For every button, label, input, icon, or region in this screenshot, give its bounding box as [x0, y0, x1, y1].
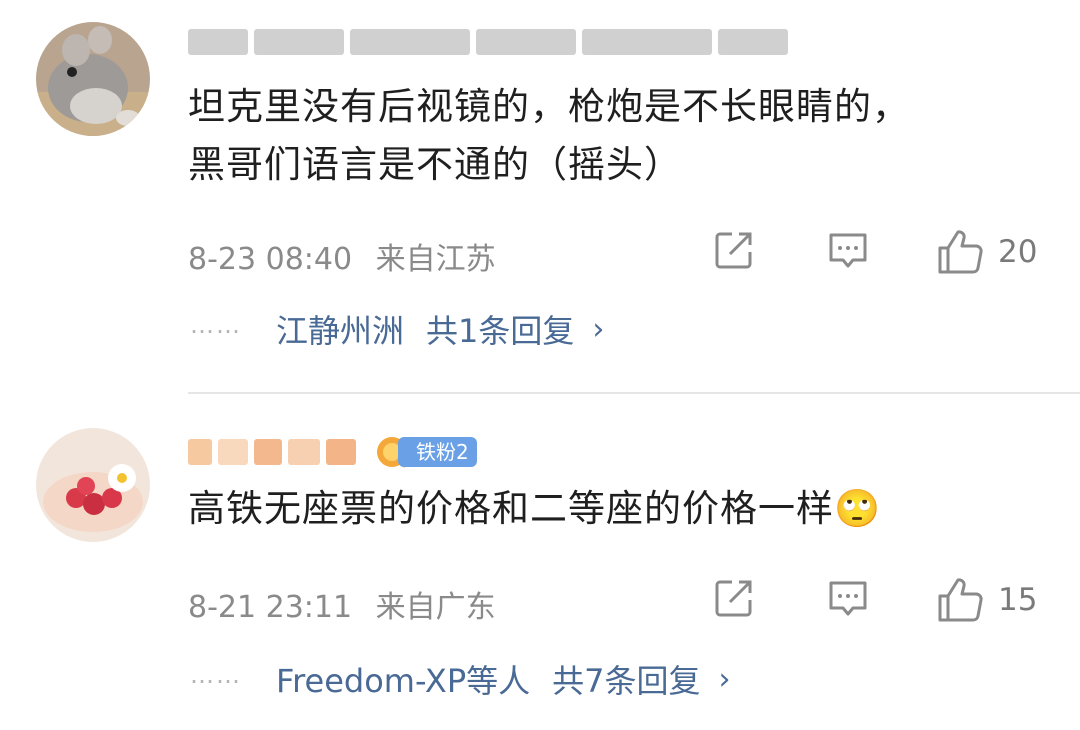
- comment-location: 来自江苏: [375, 242, 496, 277]
- like-button[interactable]: 20: [936, 228, 1037, 276]
- share-button[interactable]: [712, 228, 756, 272]
- avatar-chinchilla-image: [36, 22, 150, 136]
- eye-roll-emoji-icon: 🙄: [834, 487, 882, 530]
- reply-dots: ……: [190, 311, 242, 339]
- thumbs-up-icon: [938, 230, 983, 274]
- comment-item-1: 坦克里没有后视镜的，枪炮是不长眼睛的， 黑哥们语言是不通的（摇头） 8-23 0…: [0, 0, 1080, 392]
- username-blurred[interactable]: 铁粉2: [188, 432, 477, 472]
- reply-users[interactable]: 江静州洲: [276, 306, 404, 352]
- comment-icon: [829, 581, 867, 616]
- comment-meta: 8-21 23:11 来自广东: [188, 582, 496, 626]
- reply-count[interactable]: 共1条回复: [426, 306, 574, 352]
- avatar-strawberry-image: [36, 428, 150, 542]
- share-icon: [715, 232, 752, 269]
- like-button[interactable]: 15: [936, 576, 1037, 624]
- comment-item-2: 铁粉2 高铁无座票的价格和二等座的价格一样🙄 8-21 23:11 来自广东 1…: [0, 392, 1080, 730]
- comment-time: 8-23 08:40: [188, 242, 353, 277]
- reply-count[interactable]: 共7条回复: [552, 656, 700, 702]
- username-blurred[interactable]: [188, 22, 794, 62]
- comment-content: 高铁无座票的价格和二等座的价格一样🙄: [188, 480, 1048, 538]
- comment-text: 高铁无座票的价格和二等座的价格一样: [188, 487, 834, 530]
- reply-users[interactable]: Freedom-XP等人: [276, 656, 530, 702]
- fan-badge-label: 铁粉2: [398, 437, 477, 467]
- reply-summary[interactable]: …… 江静州洲 共1条回复 ›: [190, 306, 604, 352]
- fan-badge[interactable]: 铁粉2: [372, 432, 477, 472]
- avatar[interactable]: [36, 428, 150, 542]
- comment-location: 来自广东: [375, 590, 496, 625]
- comment-button[interactable]: [826, 228, 870, 272]
- comment-content-line: 高铁无座票的价格和二等座的价格一样🙄: [188, 480, 1048, 538]
- comment-icon: [829, 233, 867, 268]
- share-icon: [715, 580, 752, 617]
- like-count: 15: [998, 582, 1038, 618]
- comment-meta: 8-23 08:40 来自江苏: [188, 234, 496, 278]
- thumbs-up-icon: [938, 578, 983, 622]
- chevron-right-icon: ›: [592, 311, 605, 347]
- comment-content-line: 坦克里没有后视镜的，枪炮是不长眼睛的，: [188, 85, 910, 128]
- chevron-right-icon: ›: [718, 661, 731, 697]
- comment-content: 坦克里没有后视镜的，枪炮是不长眼睛的， 黑哥们语言是不通的（摇头）: [188, 78, 1048, 194]
- like-count: 20: [998, 234, 1038, 270]
- comment-button[interactable]: [826, 576, 870, 620]
- share-button[interactable]: [712, 576, 756, 620]
- comment-time: 8-21 23:11: [188, 590, 353, 625]
- avatar[interactable]: [36, 22, 150, 136]
- comment-content-line: 黑哥们语言是不通的（摇头）: [188, 143, 682, 186]
- reply-summary[interactable]: …… Freedom-XP等人 共7条回复 ›: [190, 656, 731, 702]
- reply-dots: ……: [190, 661, 242, 689]
